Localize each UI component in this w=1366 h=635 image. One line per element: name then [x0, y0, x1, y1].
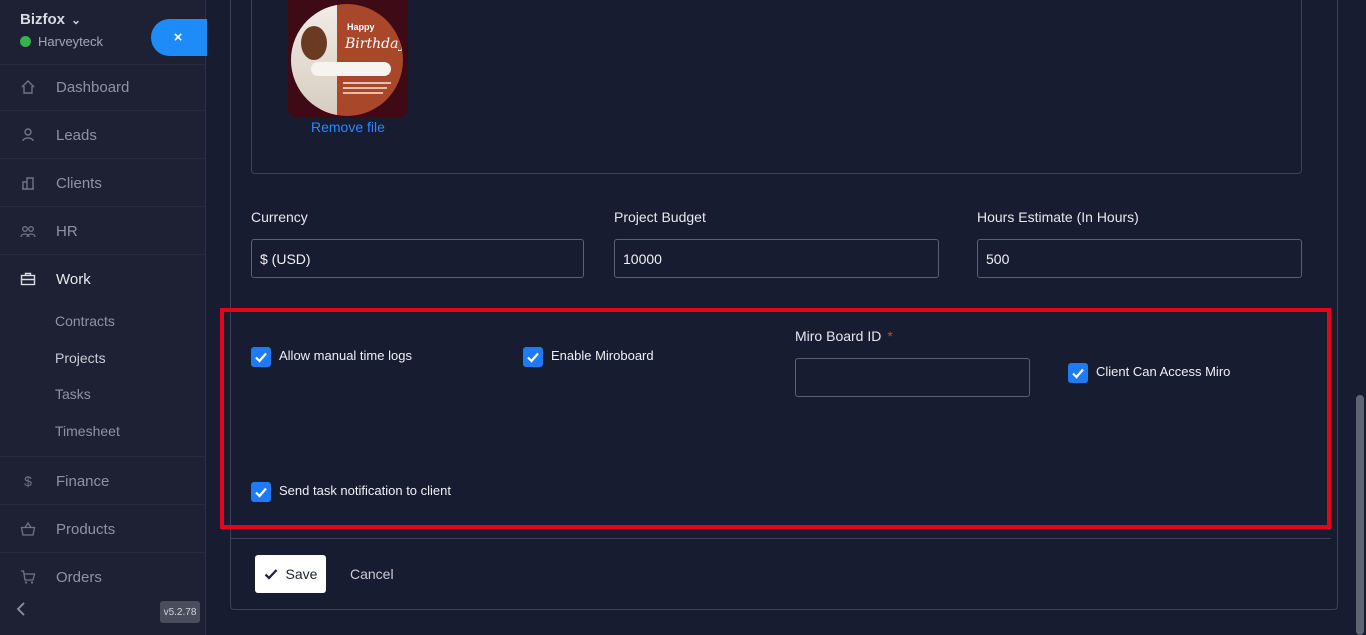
check-icon [527, 352, 539, 363]
subnav-projects[interactable]: Projects [55, 350, 106, 366]
org-name: Harveyteck [38, 34, 104, 49]
nav-clients[interactable]: Clients [0, 161, 205, 205]
currency-label: Currency [251, 209, 308, 225]
footer-divider [230, 538, 1331, 539]
check-icon [264, 569, 277, 580]
building-icon [20, 175, 36, 191]
briefcase-icon [20, 271, 36, 287]
version-badge: v5.2.78 [160, 601, 200, 623]
enable-miroboard-checkbox[interactable] [523, 347, 543, 367]
nav-label: Work [56, 270, 91, 288]
sidebar: Bizfox ⌄ Harveyteck × Dashboard Leads Cli… [0, 0, 207, 635]
hours-label: Hours Estimate (In Hours) [977, 209, 1139, 225]
nav-hr[interactable]: HR [0, 209, 205, 253]
nav-dashboard[interactable]: Dashboard [0, 65, 205, 109]
check-icon [255, 352, 267, 363]
user-icon [20, 127, 36, 143]
nav-label: Clients [56, 174, 102, 192]
remove-file-link[interactable]: Remove file [311, 119, 385, 135]
divider [0, 456, 205, 457]
uploaded-image-thumbnail: Happy Birthday [288, 0, 408, 118]
home-icon [20, 79, 36, 95]
nav-label: Dashboard [56, 78, 130, 96]
enable-miroboard-label: Enable Miroboard [551, 348, 654, 363]
close-icon: × [173, 29, 183, 46]
thumbnail-line [343, 82, 391, 84]
nav-label: Products [56, 520, 116, 538]
nav-label: Leads [56, 126, 97, 144]
client-can-access-miro-label: Client Can Access Miro [1096, 364, 1231, 379]
required-marker: * [887, 328, 893, 344]
project-form-panel: Happy Birthday Remove file Currency $ (U… [207, 0, 1366, 635]
workspace-name: Bizfox [20, 11, 65, 28]
save-button[interactable]: Save [255, 555, 326, 593]
miro-board-id-input[interactable] [795, 358, 1030, 397]
thumbnail-photo [291, 4, 337, 116]
thumbnail-face [301, 26, 327, 60]
dollar-icon: $ [24, 473, 32, 489]
divider [0, 110, 205, 111]
budget-value: 10000 [623, 250, 662, 267]
nav-products[interactable]: Products [0, 507, 205, 551]
thumbnail-script: Birthday [345, 36, 403, 52]
basket-icon [20, 521, 36, 537]
subnav-timesheet[interactable]: Timesheet [55, 423, 120, 439]
hours-input[interactable]: 500 [977, 239, 1302, 278]
miro-board-id-text: Miro Board ID [795, 328, 882, 344]
thumbnail-circle: Happy Birthday [291, 4, 403, 116]
nav-work[interactable]: Work [0, 257, 205, 301]
nav-label: Orders [56, 568, 102, 586]
divider [0, 158, 205, 159]
chevron-down-icon: ⌄ [71, 13, 82, 27]
budget-input[interactable]: 10000 [614, 239, 939, 278]
nav-orders[interactable]: Orders [0, 555, 205, 599]
save-label: Save [285, 566, 318, 582]
users-icon [20, 223, 36, 239]
hours-value: 500 [986, 250, 1010, 267]
file-dropzone[interactable] [251, 0, 1302, 174]
currency-select[interactable]: $ (USD) [251, 239, 584, 278]
miro-board-id-label: Miro Board ID * [795, 328, 893, 344]
divider [0, 504, 205, 505]
thumbnail-bar [311, 62, 391, 76]
divider [0, 206, 205, 207]
scrollbar-thumb[interactable] [1356, 395, 1364, 635]
nav-label: Finance [56, 472, 110, 490]
send-task-notification-checkbox[interactable] [251, 482, 271, 502]
allow-manual-time-logs-label: Allow manual time logs [279, 348, 412, 363]
collapse-sidebar-icon[interactable] [15, 602, 27, 621]
nav-leads[interactable]: Leads [0, 113, 205, 157]
org-status: Harveyteck [20, 34, 103, 49]
subnav-tasks[interactable]: Tasks [55, 386, 91, 402]
close-sidebar-button[interactable]: × [151, 19, 207, 56]
budget-label: Project Budget [614, 209, 706, 225]
thumbnail-line [343, 87, 387, 89]
subnav-contracts[interactable]: Contracts [55, 313, 115, 329]
cancel-button[interactable]: Cancel [350, 566, 394, 582]
divider [0, 254, 205, 255]
currency-value: $ (USD) [260, 250, 311, 267]
client-can-access-miro-checkbox[interactable] [1068, 363, 1088, 383]
divider [0, 552, 205, 553]
online-status-icon [20, 36, 31, 47]
thumbnail-line [343, 92, 383, 94]
nav-finance[interactable]: $ Finance [0, 459, 205, 503]
nav-label: HR [56, 222, 78, 240]
workspace-switcher[interactable]: Bizfox ⌄ [20, 11, 81, 28]
check-icon [1072, 368, 1084, 379]
cart-icon [20, 569, 36, 585]
thumbnail-title: Happy [347, 22, 375, 32]
send-task-notification-label: Send task notification to client [279, 483, 451, 498]
allow-manual-time-logs-checkbox[interactable] [251, 347, 271, 367]
check-icon [255, 487, 267, 498]
